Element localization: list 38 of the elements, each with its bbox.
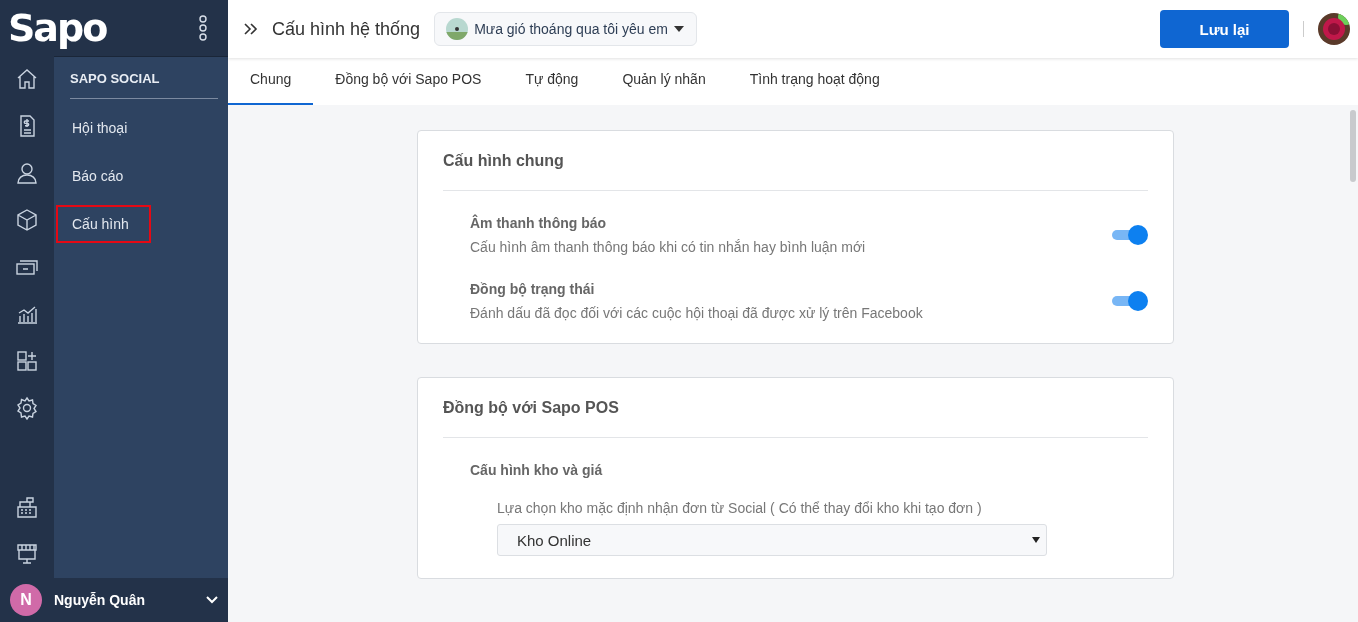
page-selector[interactable]: Mưa gió thoáng qua tôi yêu em: [434, 12, 697, 46]
setting-label: Đồng bộ trạng thái: [470, 281, 596, 297]
caret-icon: [673, 26, 684, 32]
cash-register-icon[interactable]: [15, 495, 39, 519]
tab[interactable]: Quản lý nhãn: [600, 58, 728, 105]
tab[interactable]: Đồng bộ với Sapo POS: [313, 58, 504, 105]
scrollbar[interactable]: [1350, 110, 1356, 182]
card-title: Đồng bộ với Sapo POS: [443, 378, 1148, 438]
toggle-switch[interactable]: [1112, 291, 1148, 311]
apps-icon[interactable]: [15, 349, 39, 373]
store-icon[interactable]: [15, 542, 39, 566]
page-title: Cấu hình hệ thống: [272, 18, 421, 40]
warehouse-select[interactable]: Kho Online: [497, 524, 1047, 556]
box-icon[interactable]: [15, 208, 39, 232]
setting-label: Âm thanh thông báo: [470, 215, 608, 231]
tab[interactable]: Chung: [228, 58, 314, 105]
sidebar-item[interactable]: Hội thoại: [56, 109, 150, 147]
chevron-down-icon[interactable]: [206, 596, 218, 604]
sidebar-item[interactable]: Báo cáo: [56, 157, 146, 195]
section-heading: SAPO SOCIAL: [70, 71, 218, 99]
more-icon[interactable]: [199, 15, 207, 41]
user-icon[interactable]: [15, 161, 39, 185]
tab[interactable]: Tự động: [503, 58, 601, 105]
setting-description: Đánh dấu đã đọc đối với các cuộc hội thoại đã được xử lý trên Facebook: [470, 305, 924, 321]
expand-icon[interactable]: [244, 23, 258, 35]
caret-icon: [1032, 537, 1040, 543]
home-icon[interactable]: [15, 67, 39, 91]
sidebar-item[interactable]: Cấu hình: [56, 205, 151, 243]
tab[interactable]: Tình trạng hoạt động: [727, 58, 902, 105]
field-label: Lựa chọn kho mặc định nhận đơn từ Social ( Có thể thay đổi kho khi tạo đơn ): [497, 500, 983, 516]
toggle-switch[interactable]: [1112, 225, 1148, 245]
save-button[interactable]: Lưu lại: [1160, 10, 1289, 48]
sapo-logo: Sapo: [8, 6, 107, 50]
card-title: Cấu hình chung: [443, 131, 1148, 191]
setting-description: Cấu hình âm thanh thông báo khi có tin nhắn hay bình luận mới: [470, 239, 867, 255]
setting-label: Cấu hình kho và giá: [470, 462, 604, 478]
gear-icon[interactable]: [15, 396, 39, 420]
user-name: Nguyễn Quân: [54, 592, 146, 608]
